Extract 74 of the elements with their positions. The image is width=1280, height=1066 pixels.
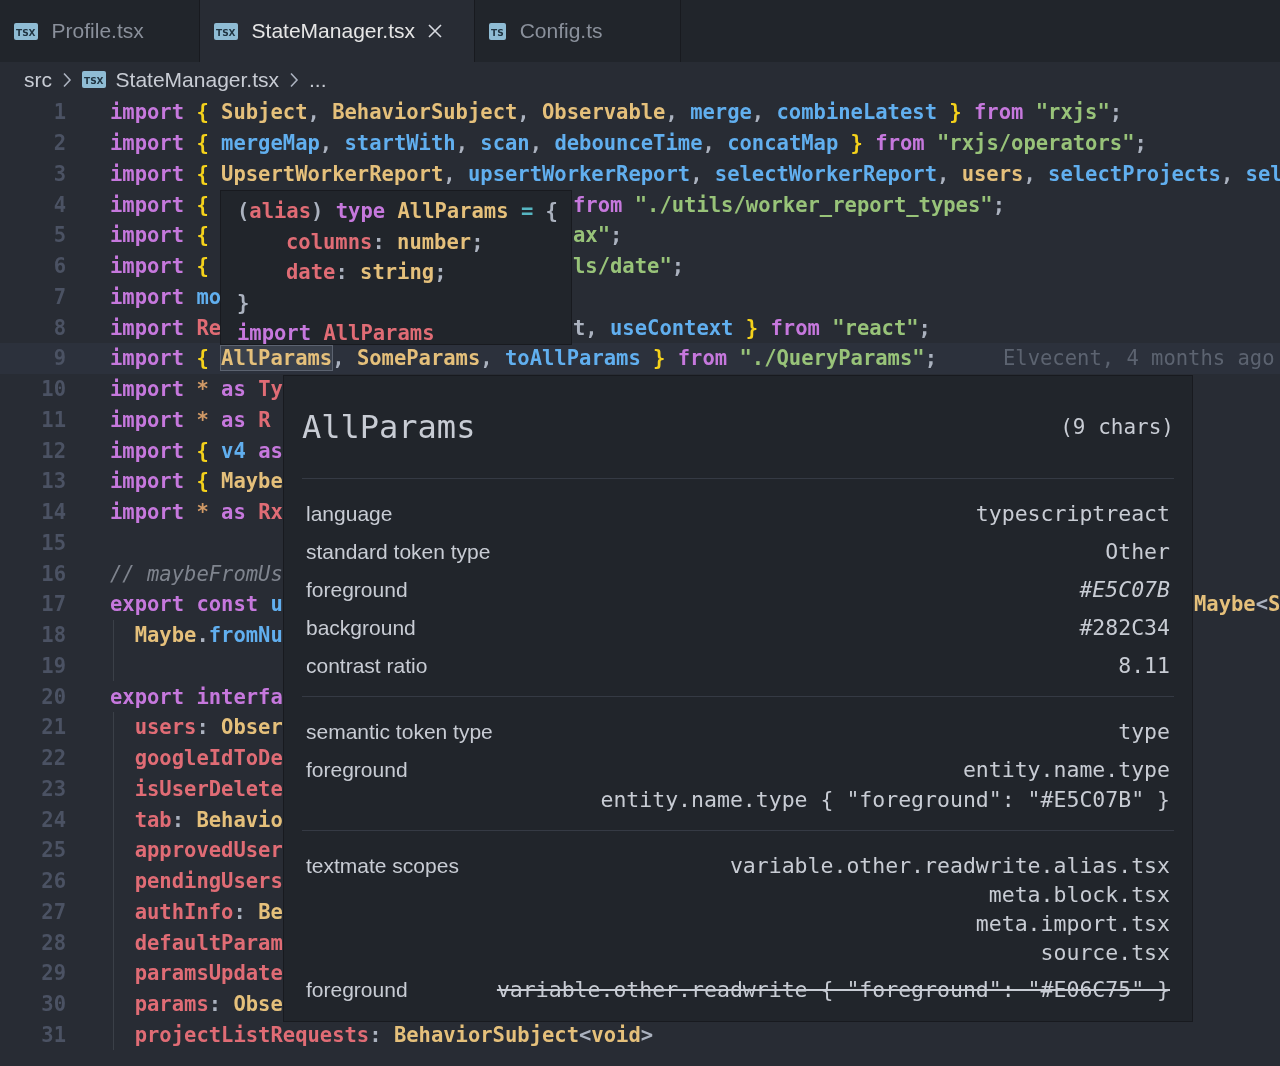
code-line: isUserDelete (134, 776, 283, 801)
code-line: projectListRequests: BehaviorSubject<void> (134, 1022, 654, 1047)
breadcrumb-item[interactable]: src (24, 67, 52, 92)
code-line: (alias) type AllParams = { (237, 198, 555, 225)
token-name: AllParams (302, 408, 476, 446)
code-fragment: ls/date"; (573, 254, 685, 279)
property-label: foreground (306, 977, 408, 1003)
code-fragment: from "./utils/worker_report_types"; (573, 192, 1005, 217)
code-line: } (237, 289, 251, 317)
property-value: variable.other.readwrite.alias.tsx (729, 852, 1170, 880)
code-line: import { Maybe (110, 469, 283, 494)
code-line: import { AllParams, SomeParams, toAllParams } from "./QueryParams"; (110, 346, 937, 371)
code-line: import Re (110, 315, 222, 340)
code-line: import { mergeMap, startWith, scan, debounceTime, concatMap } from "rxjs/operators"; (110, 131, 1147, 156)
property-value: type (1118, 718, 1170, 746)
property-label: contrast ratio (306, 653, 428, 679)
property-label: background (306, 615, 416, 641)
property-value: #E5C07B (1079, 576, 1170, 604)
property-value: meta.block.tsx (988, 881, 1170, 909)
property-value: entity.name.type (962, 756, 1170, 784)
code-line: // maybeFromUs (110, 561, 283, 586)
code-fragment: Maybe<S (1194, 592, 1280, 617)
chevron-icon (289, 71, 299, 88)
char-count: (9 chars) (1060, 415, 1174, 439)
property-label: standard token type (306, 539, 491, 565)
file-type-badge: TSX (214, 22, 238, 40)
code-line: authInfo: Be (134, 899, 283, 924)
file-type-badge: TSX (82, 71, 106, 88)
code-line: columns: number; (285, 228, 485, 256)
code-line: pendingUsers (134, 869, 283, 894)
code-line: import * as Ty (110, 377, 283, 402)
code-fragment: t, useContext } from "react"; (573, 315, 931, 340)
property-label: foreground (306, 577, 408, 603)
breadcrumb-item[interactable]: ... (309, 67, 327, 92)
code-line: import AllParams (237, 320, 436, 347)
property-value: typescriptreact (975, 500, 1170, 528)
property-label: foreground (306, 757, 408, 783)
property-value: 8.11 (1118, 652, 1170, 680)
code-line: import { (110, 254, 209, 279)
code-line: googleIdToDe (134, 746, 283, 771)
property-value: Other (1105, 538, 1170, 566)
code-line: import { (110, 192, 209, 217)
file-type-badge: TSX (14, 22, 38, 40)
editor-tab[interactable]: TSX StateManager.tsx (200, 0, 475, 62)
code-line: users: Obser (134, 715, 283, 740)
close-icon[interactable] (427, 23, 443, 39)
code-fragment: ax"; (573, 223, 623, 248)
property-value: meta.import.tsx (975, 910, 1170, 938)
code-line: import mo (110, 284, 222, 309)
file-type-badge: TS (489, 22, 506, 40)
code-line: export const u (110, 592, 283, 617)
property-value: entity.name.type { "foreground": "#E5C07B" } (600, 786, 1170, 814)
property-label: semantic token type (306, 719, 493, 745)
code-line: date: string; (285, 259, 448, 286)
property-value: source.tsx (1040, 939, 1170, 967)
code-line: defaultParam (134, 930, 283, 955)
property-label: textmate scopes (306, 853, 459, 879)
property-value: variable.other.readwrite { "foreground": "#E06C75" } (496, 976, 1170, 1004)
code-line: tab: Behavio (134, 807, 283, 832)
code-line: export interfa (110, 684, 283, 709)
editor-tab[interactable]: TS Config.ts (475, 0, 681, 62)
code-line: paramsUpdate (134, 961, 283, 986)
chevron-icon (62, 71, 72, 88)
breadcrumb-item[interactable]: StateManager.tsx (115, 67, 279, 92)
code-line: Maybe.fromNu (134, 623, 283, 648)
code-line: import { Subject, BehaviorSubject, Observable, merge, combineLatest } from "rxjs"; (110, 100, 1123, 125)
code-line: import { (110, 223, 209, 248)
code-line: import { v4 as (110, 438, 283, 463)
code-line: params: Obse (134, 992, 283, 1017)
code-line: import * as Rx (110, 500, 283, 525)
property-value: #282C34 (1079, 614, 1170, 642)
property-label: language (306, 501, 393, 527)
code-line: import * as R (110, 407, 271, 432)
code-line: approvedUser (134, 838, 283, 863)
